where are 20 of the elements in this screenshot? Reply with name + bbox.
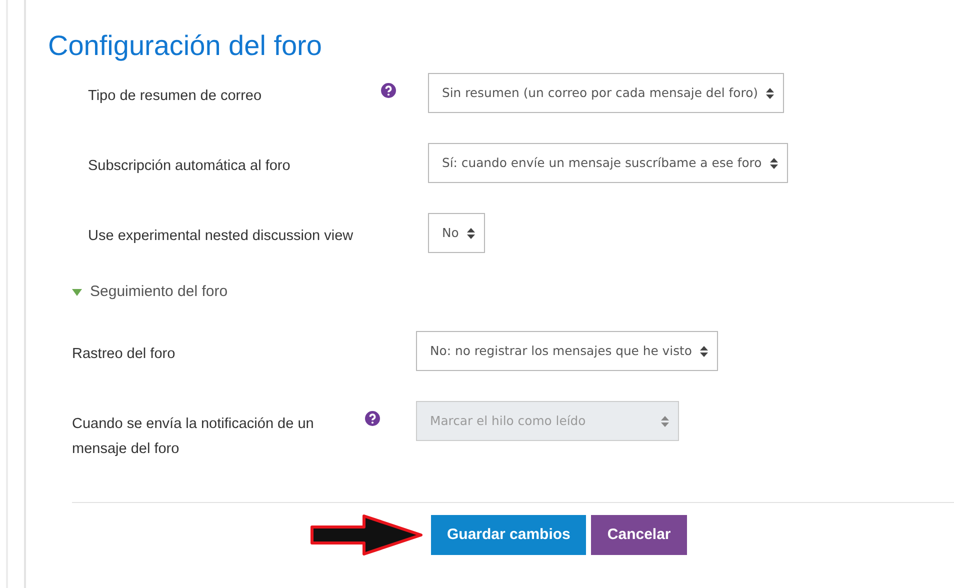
field-label: Cuando se envía la notificación de un mensaje del foro — [72, 415, 315, 459]
expanded-caret-icon — [72, 288, 82, 296]
help-icon[interactable] — [381, 83, 396, 98]
sort-arrows-icon — [770, 158, 778, 168]
dropdown[interactable]: Sin resumen (un correo por cada mensaje del foro) — [428, 73, 784, 113]
sort-arrows-icon — [766, 88, 774, 98]
field-label: Subscripción automática al foro — [88, 157, 290, 176]
field-label: Tipo de resumen de correo — [88, 87, 262, 106]
dropdown[interactable]: No — [428, 213, 485, 253]
dropdown[interactable]: No: no registrar los mensajes que he visto — [416, 331, 718, 371]
section-title: Configuración del foro — [48, 29, 323, 63]
sort-arrows-icon — [661, 416, 669, 426]
sort-arrows-icon — [466, 228, 475, 238]
sort-arrows-icon — [700, 346, 708, 356]
field-label: Rastreo del foro — [72, 345, 176, 364]
collapsible-header[interactable]: Seguimiento del foro — [72, 283, 954, 301]
dropdown[interactable]: Sí: cuando envíe un mensaje suscríbame a ese foro — [428, 143, 788, 183]
cancel-button[interactable]: Cancelar — [591, 515, 687, 555]
save-button[interactable]: Guardar cambios — [431, 515, 586, 555]
field-label: Use experimental nested discussion view — [88, 227, 354, 246]
